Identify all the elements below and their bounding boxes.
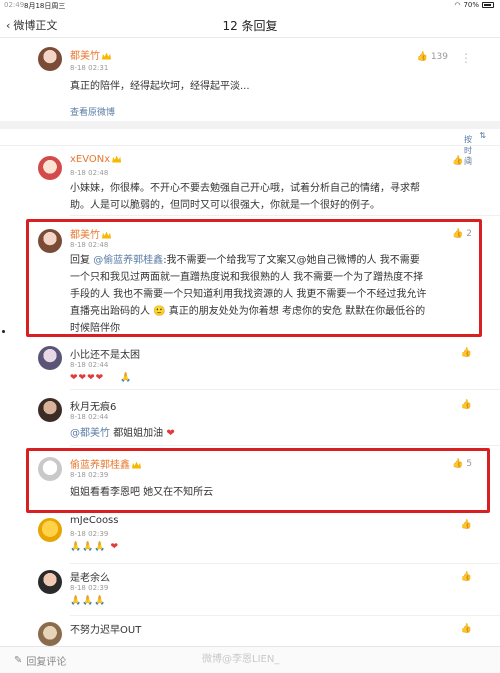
highlight-box: [26, 219, 482, 337]
battery-percent: 70%: [463, 1, 479, 9]
more-icon[interactable]: ⋮: [460, 51, 472, 65]
comment-text-line: 小妹妹，你很棒。不开心不要去勉强自己开心哦，试着分析自己的情绪，寻求帮: [70, 183, 420, 194]
comment-item: 不努力迟早OUT 👍: [0, 618, 500, 646]
thumbs-up-icon: 👍: [452, 156, 464, 166]
divider: [70, 615, 500, 616]
battery-icon: [482, 2, 494, 8]
like-button[interactable]: 👍: [461, 520, 472, 530]
watermark: 微博@李恩LIEN_: [202, 654, 280, 665]
heart-emojis: ❤❤❤❤: [70, 373, 105, 383]
divider: [70, 215, 500, 216]
status-right: ◠ 70%: [454, 1, 494, 9]
avatar[interactable]: [38, 622, 62, 646]
divider: [70, 389, 500, 390]
avatar[interactable]: [38, 156, 62, 180]
comment-time: 8-18 02:44: [70, 413, 109, 421]
like-button[interactable]: 👍 139: [417, 52, 448, 62]
view-original-link[interactable]: 查看原微博: [70, 105, 115, 118]
username[interactable]: 秋月无痕6: [70, 398, 116, 413]
username[interactable]: 不努力迟早OUT: [70, 621, 141, 636]
sort-bar: ⇅ 按时间: [0, 128, 500, 166]
like-button[interactable]: 👍: [461, 624, 472, 634]
pray-emojis: 🙏🙏🙏 ❤: [70, 542, 120, 552]
nav-bar: ‹ 微博正文 12 条回复: [0, 10, 500, 38]
avatar[interactable]: [38, 47, 62, 71]
status-bar: 02:49 8月18日周三 ◠ 70%: [0, 0, 500, 10]
status-time: 02:49: [4, 1, 25, 9]
divider: [70, 445, 500, 446]
comment-text-line: 助。人是可以脆弱的，但同时又可以很强大，你就是一个很好的例子。: [70, 200, 380, 211]
vip-crown-icon: [102, 52, 111, 60]
sort-by-time-button[interactable]: ⇅ 按时间: [464, 131, 486, 166]
like-count: 139: [430, 52, 448, 62]
thumbs-up-icon: 👍: [460, 400, 472, 410]
like-button[interactable]: 👍 1: [452, 156, 472, 166]
comment-time: 8-18 02:48: [70, 169, 109, 177]
thumbs-up-icon: 👍: [416, 52, 428, 62]
avatar[interactable]: [38, 570, 62, 594]
thumbs-up-icon: 👍: [460, 572, 472, 582]
comment-item: 是老余么 8-18 02:39 👍 🙏🙏🙏: [0, 566, 500, 616]
username[interactable]: mJeCooss: [70, 515, 118, 526]
like-button[interactable]: 👍: [461, 348, 472, 358]
bullet-dot: [2, 330, 5, 333]
thumbs-up-icon: 👍: [460, 624, 472, 634]
username[interactable]: xEVONx: [70, 154, 122, 165]
page-title: 12 条回复: [222, 19, 278, 33]
original-post: 都美竹 8-18 02:31 👍 139 ⋮ 真正的陪伴，经得起坎坷，经得起平淡…: [0, 38, 500, 121]
pray-emojis: 🙏: [120, 373, 133, 383]
avatar[interactable]: [38, 518, 62, 542]
comment-time: 8-18 02:44: [70, 361, 109, 369]
comment-item: 小比还不是太困 8-18 02:44 👍 ❤❤❤❤ 🙏: [0, 342, 500, 390]
post-time: 8-18 02:31: [70, 64, 109, 72]
username[interactable]: 是老余么: [70, 569, 110, 584]
comment-item: 秋月无痕6 8-18 02:44 👍 @都美竹 都姐姐加油 ❤: [0, 394, 500, 446]
comment-text: @都美竹 都姐姐加油 ❤: [70, 428, 175, 439]
wifi-icon: ◠: [454, 1, 461, 9]
comment-time: 8-18 02:39: [70, 584, 109, 592]
like-button[interactable]: 👍: [461, 572, 472, 582]
post-text: 真正的陪伴，经得起坎坷，经得起平淡...: [70, 81, 250, 92]
reply-input[interactable]: ✎ 回复评论: [14, 653, 66, 668]
username[interactable]: 都美竹: [70, 47, 111, 62]
comment-item: mJeCooss 8-18 02:39 👍 🙏🙏🙏 ❤: [0, 514, 500, 564]
avatar[interactable]: [38, 346, 62, 370]
comment-time: 8-18 02:39: [70, 530, 109, 538]
thumbs-up-icon: 👍: [460, 520, 472, 530]
thumbs-up-icon: 👍: [460, 348, 472, 358]
highlight-box: [26, 448, 490, 513]
divider: [70, 563, 500, 564]
mention-link[interactable]: @都美竹: [70, 428, 110, 439]
avatar[interactable]: [38, 398, 62, 422]
vip-crown-icon: [112, 155, 122, 163]
edit-icon: ✎: [14, 655, 23, 666]
pray-emojis: 🙏🙏🙏: [70, 596, 107, 606]
comment-item: xEVONx 8-18 02:48 👍 1 小妹妹，你很棒。不开心不要去勉强自己开…: [0, 148, 500, 216]
like-button[interactable]: 👍: [461, 400, 472, 410]
heart-emoji: ❤: [166, 428, 175, 439]
username[interactable]: 小比还不是太困: [70, 346, 140, 361]
app-screen: 02:49 8月18日周三 ◠ 70% ‹ 微博正文 12 条回复 都美竹 8-…: [0, 0, 500, 673]
